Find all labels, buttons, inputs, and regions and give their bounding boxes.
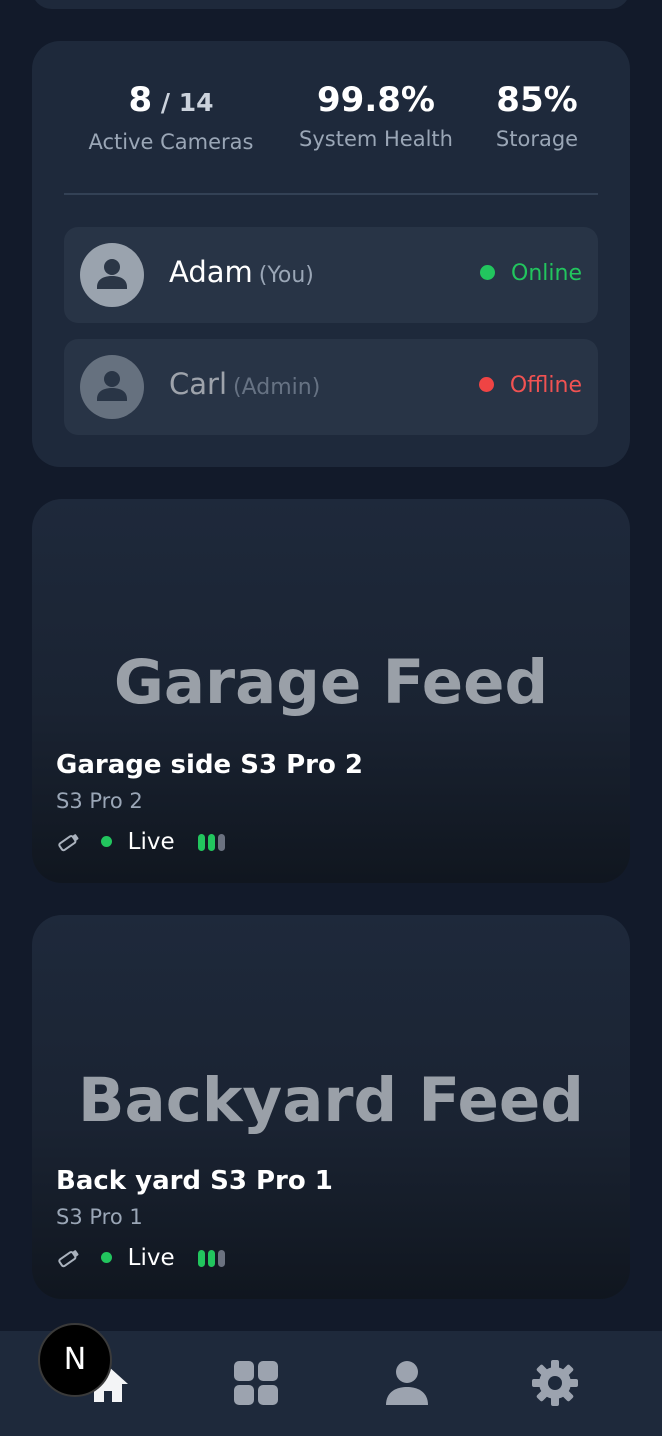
feed-placeholder: Garage Feed [113,647,549,718]
signal-bar [207,1249,215,1267]
status-dot [478,376,494,392]
storage-value: 85% [496,80,578,120]
live-label: Live [127,828,175,855]
signal-bar [207,833,215,851]
storage-stat: 85% Storage [487,78,587,156]
camera-model: S3 Pro 1 [56,1205,143,1229]
status-badge: Offline [478,373,582,398]
status-badge: Online [480,261,582,286]
system-health-label: System Health [299,127,453,151]
storage-label: Storage [495,127,579,151]
signal-bar [197,1249,205,1267]
n-logo-badge[interactable]: N [38,1323,112,1397]
signal-bar [217,833,225,851]
camera-icon [58,1249,79,1267]
person-icon [97,371,127,401]
nav-dashboard-button[interactable] [231,1358,281,1408]
user-role: (Admin) [233,375,321,400]
camera-model: S3 Pro 2 [56,789,143,813]
camera-feed-card-garage[interactable]: Garage Feed Garage side S3 Pro 2 S3 Pro … [32,499,630,883]
person-icon [97,259,127,289]
user-name: Carl [169,367,227,401]
user-icon [386,1361,428,1405]
system-health-value: 99.8% [317,80,435,120]
active-cameras-label: Active Cameras [88,130,254,154]
user-row-adam[interactable]: Adam (You) Online [64,227,598,323]
active-cameras-stat: 8 / 14 Active Cameras [78,78,264,159]
feed-status-row: Live [56,1244,228,1274]
camera-title: Back yard S3 Pro 1 [56,1166,333,1196]
status-text: Offline [509,373,582,398]
live-dot [101,1252,113,1263]
divider [64,193,598,195]
signal-strength-indicator [197,1245,228,1271]
system-health-stat: 99.8% System Health [290,78,462,156]
total-cameras-value: / 14 [160,88,214,117]
nav-settings-button[interactable] [530,1358,580,1408]
camera-title: Garage side S3 Pro 2 [56,750,363,780]
nav-profile-button[interactable] [382,1358,432,1408]
status-text: Online [511,261,582,286]
feed-status-row: Live [56,828,228,858]
avatar [80,355,144,419]
signal-strength-indicator [197,829,228,855]
live-dot [101,836,113,847]
gear-icon [532,1360,578,1406]
user-name: Adam [169,255,253,289]
grid-icon [234,1361,278,1405]
camera-icon [58,833,79,851]
live-label: Live [127,1244,175,1271]
user-role: (You) [258,263,314,288]
signal-bar [217,1249,225,1267]
status-dot [480,264,496,280]
feed-placeholder: Backyard Feed [78,1065,584,1136]
user-row-carl[interactable]: Carl (Admin) Offline [64,339,598,435]
active-cameras-value: 8 [128,80,153,120]
signal-bar [197,833,205,851]
camera-feed-card-backyard[interactable]: Backyard Feed Back yard S3 Pro 1 S3 Pro … [32,915,630,1299]
previous-card-edge [32,0,630,9]
avatar [80,243,144,307]
